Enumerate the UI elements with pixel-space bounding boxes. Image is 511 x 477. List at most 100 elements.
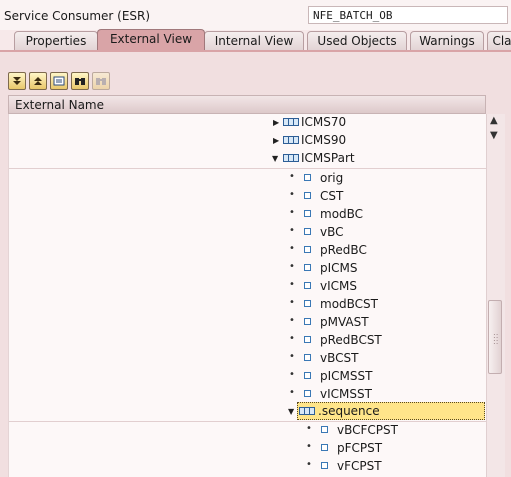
- field-icon: [304, 246, 311, 253]
- title-row: Service Consumer (ESR) NFE_BATCH_OB: [0, 0, 511, 30]
- scroll-down-icon[interactable]: ▼: [490, 130, 498, 141]
- field-icon: [304, 174, 311, 181]
- leaf-label: vBC: [320, 225, 344, 239]
- leaf-label: pICMSST: [320, 369, 373, 383]
- tab-properties[interactable]: Properties: [14, 31, 98, 50]
- tree-leaf[interactable]: • vBC: [9, 224, 487, 242]
- leaf-label: vICMSST: [320, 387, 372, 401]
- leaf-label: pMVAST: [320, 315, 369, 329]
- tab-external-view[interactable]: External View: [97, 29, 205, 50]
- structure-icon: [283, 154, 299, 162]
- interface-name-field[interactable]: NFE_BATCH_OB: [308, 6, 508, 24]
- tree-leaf[interactable]: • pRedBC: [9, 242, 487, 260]
- leaf-label: modBCST: [320, 297, 378, 311]
- bullet-icon: •: [289, 225, 295, 236]
- expand-all-button[interactable]: [8, 72, 26, 90]
- leaf-label: pICMS: [320, 261, 358, 275]
- field-icon: [304, 390, 311, 397]
- external-view-tree: ▶ ICMS70 ▶ ICMS90 ▼ ICMSPart • orig • CS…: [8, 114, 487, 477]
- bullet-icon: •: [289, 333, 295, 344]
- leaf-label: vBCST: [320, 351, 359, 365]
- tree-leaf[interactable]: • pFCPST: [9, 440, 487, 458]
- tree-leaf[interactable]: • pICMS: [9, 260, 487, 278]
- tab-cla[interactable]: Cla: [487, 31, 511, 50]
- tree-leaf[interactable]: • vFCPST: [9, 458, 487, 476]
- collapse-arrow-icon[interactable]: ▼: [288, 407, 294, 416]
- expand-arrow-icon[interactable]: ▶: [273, 118, 279, 127]
- field-icon: [304, 336, 311, 343]
- node-label: .sequence: [318, 404, 380, 418]
- bullet-icon: •: [289, 315, 295, 326]
- details-icon: [53, 76, 65, 86]
- consumer-label: Service Consumer (ESR): [4, 9, 151, 23]
- field-icon: [304, 192, 311, 199]
- expand-all-icon: [13, 77, 21, 85]
- leaf-label: vFCPST: [337, 459, 382, 473]
- leaf-label: pRedBCST: [320, 333, 382, 347]
- find-icon: [75, 78, 85, 85]
- tree-scrollbar[interactable]: ▲ ▼ ::::: [486, 114, 505, 477]
- tree-node[interactable]: ▶ ICMS70: [9, 114, 487, 132]
- grip-icon: ::::: [493, 331, 499, 346]
- tree-leaf[interactable]: • orig: [9, 170, 487, 188]
- scroll-up-icon[interactable]: ▲: [490, 115, 498, 126]
- bullet-icon: •: [289, 279, 295, 290]
- tree-leaf[interactable]: • vBCFCPST: [9, 422, 487, 440]
- leaf-label: pRedBC: [320, 243, 367, 257]
- bullet-icon: •: [289, 171, 295, 182]
- field-icon: [321, 444, 328, 451]
- scroll-thumb[interactable]: ::::: [488, 300, 502, 374]
- tree-leaf[interactable]: • pMVAST: [9, 314, 487, 332]
- leaf-label: pFCPST: [337, 441, 383, 455]
- structure-icon: [283, 118, 299, 126]
- field-icon: [321, 462, 328, 469]
- details-button[interactable]: [50, 72, 68, 90]
- field-icon: [304, 264, 311, 271]
- node-label: ICMSPart: [301, 151, 355, 165]
- bullet-icon: •: [306, 441, 312, 452]
- node-label: ICMS90: [301, 133, 347, 147]
- collapse-all-button[interactable]: [29, 72, 47, 90]
- collapse-all-icon: [34, 77, 42, 85]
- field-icon: [304, 210, 311, 217]
- tree-leaf[interactable]: • pICMSST: [9, 368, 487, 386]
- leaf-label: orig: [320, 171, 344, 185]
- tree-node[interactable]: ▶ ICMS90: [9, 132, 487, 150]
- node-label: ICMS70: [301, 115, 347, 129]
- expand-arrow-icon[interactable]: ▶: [273, 136, 279, 145]
- bullet-icon: •: [289, 243, 295, 254]
- column-header-external-name[interactable]: External Name: [8, 95, 486, 114]
- structure-icon: [299, 407, 315, 415]
- tree-leaf[interactable]: • vBCST: [9, 350, 487, 368]
- field-icon: [304, 354, 311, 361]
- field-icon: [304, 318, 311, 325]
- collapse-arrow-icon[interactable]: ▼: [272, 154, 278, 163]
- tree-leaf[interactable]: • pRedBCST: [9, 332, 487, 350]
- tree-leaf[interactable]: • modBCST: [9, 296, 487, 314]
- find-button[interactable]: [71, 72, 89, 90]
- tab-warnings[interactable]: Warnings: [410, 31, 484, 50]
- tree-leaf[interactable]: • modBC: [9, 206, 487, 224]
- tree-node[interactable]: ▼ ICMSPart: [9, 150, 487, 169]
- bullet-icon: •: [289, 261, 295, 272]
- leaf-label: vICMS: [320, 279, 357, 293]
- field-icon: [304, 228, 311, 235]
- field-icon: [304, 282, 311, 289]
- bullet-icon: •: [289, 207, 295, 218]
- bullet-icon: •: [289, 369, 295, 380]
- tree-leaf[interactable]: • vICMS: [9, 278, 487, 296]
- tree-node-selected[interactable]: ▼ .sequence: [9, 402, 487, 422]
- structure-icon: [283, 136, 299, 144]
- bullet-icon: •: [306, 423, 312, 434]
- tab-used-objects[interactable]: Used Objects: [307, 31, 407, 50]
- find-next-button[interactable]: [92, 72, 110, 90]
- tab-internal-view[interactable]: Internal View: [204, 31, 304, 50]
- bullet-icon: •: [289, 297, 295, 308]
- bullet-icon: •: [289, 189, 295, 200]
- tabstrip: Properties External View Internal View U…: [0, 29, 511, 51]
- field-icon: [321, 426, 328, 433]
- bullet-icon: •: [289, 387, 295, 398]
- leaf-label: CST: [320, 189, 344, 203]
- leaf-label: vBCFCPST: [337, 423, 398, 437]
- tree-leaf[interactable]: • CST: [9, 188, 487, 206]
